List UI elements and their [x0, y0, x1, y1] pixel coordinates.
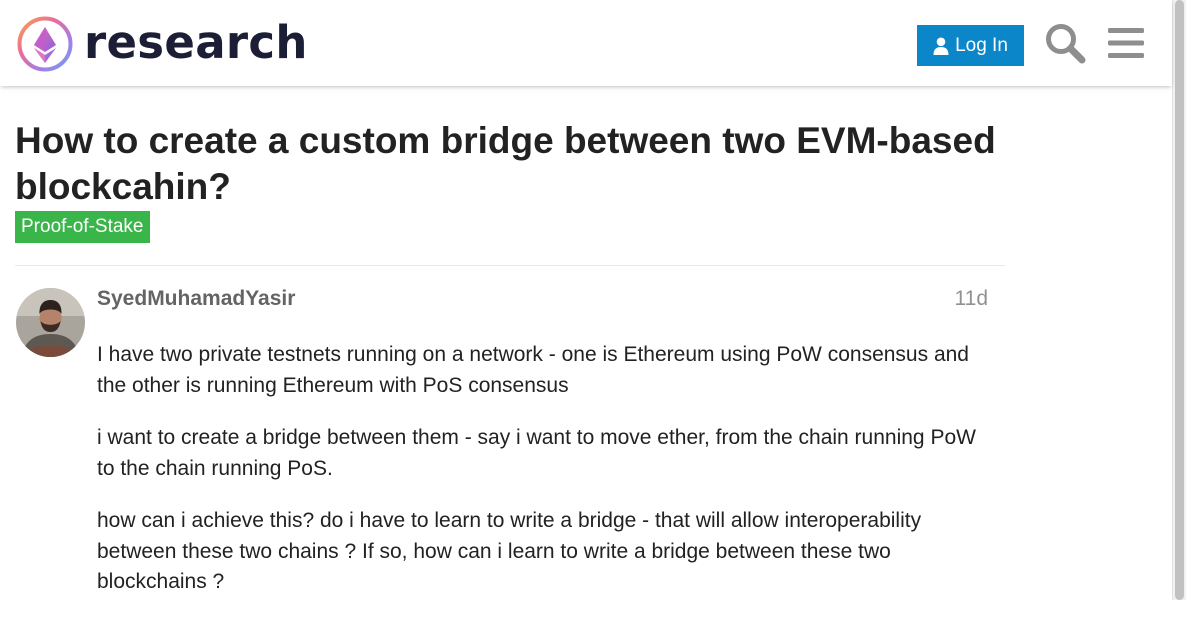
author-avatar[interactable] [16, 288, 85, 357]
post-body: I have two private testnets running on a… [97, 340, 987, 620]
topic-title[interactable]: How to create a custom bridge between tw… [15, 118, 1075, 210]
site-header: research Log In [0, 0, 1172, 86]
site-name[interactable]: research [84, 15, 308, 71]
title-divider [15, 265, 1005, 266]
post-paragraph: i want to create a bridge between them -… [97, 426, 976, 480]
hamburger-menu-icon[interactable] [1107, 24, 1145, 62]
login-button[interactable]: Log In [917, 25, 1024, 66]
post-date[interactable]: 11d [930, 285, 988, 313]
vertical-scrollbar[interactable] [1172, 0, 1186, 600]
scrollbar-thumb[interactable] [1175, 0, 1184, 600]
ethereum-research-logo[interactable] [16, 15, 74, 73]
user-icon [933, 37, 949, 55]
post-paragraph: how can i achieve this? do i have to lea… [97, 509, 922, 593]
login-label: Log In [955, 34, 1008, 56]
search-icon[interactable] [1044, 22, 1086, 64]
category-badge[interactable]: Proof-of-Stake [15, 211, 150, 243]
post-paragraph: I have two private testnets running on a… [97, 343, 969, 397]
post-author[interactable]: SyedMuhamadYasir [97, 285, 295, 313]
